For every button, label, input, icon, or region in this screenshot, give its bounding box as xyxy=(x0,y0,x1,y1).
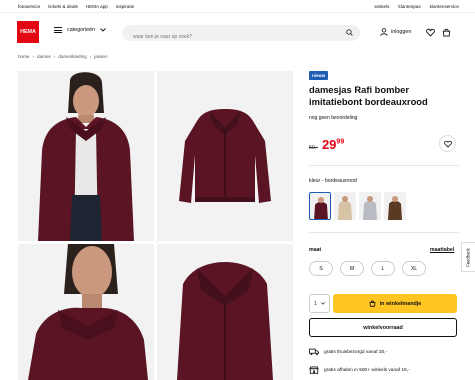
usp-delivery: gratis thuisbezorgd vanaf 30,- xyxy=(309,348,387,356)
heart-icon[interactable] xyxy=(426,28,435,37)
breadcrumb-home[interactable]: home xyxy=(18,54,30,59)
size-s[interactable]: S xyxy=(309,261,333,276)
new-badge: nieuw xyxy=(309,71,329,80)
product-title: damesjas Rafi bomber imitatiebont bordea… xyxy=(309,84,428,107)
breadcrumb: home › dames › dameskleding › jassen xyxy=(18,54,108,59)
topbar-link-winkels[interactable]: winkels xyxy=(374,4,389,9)
quantity-select[interactable]: 1 xyxy=(309,294,330,313)
chevron-down-icon xyxy=(100,28,106,32)
product-photo-model-front[interactable] xyxy=(18,71,154,241)
add-to-cart-label: in winkelmandje xyxy=(379,300,422,307)
topbar-link-fotoservice[interactable]: fotoservice xyxy=(18,4,40,9)
breadcrumb-jassen[interactable]: jassen xyxy=(94,54,107,59)
color-label: kleur - bordeauxrood xyxy=(309,178,357,184)
size-table-link[interactable]: maattabel xyxy=(430,247,454,253)
product-photo-jacket-flat[interactable] xyxy=(157,71,293,241)
swatch-bruin[interactable] xyxy=(384,192,406,220)
size-l[interactable]: L xyxy=(371,261,395,276)
chevron-down-icon xyxy=(320,302,325,305)
current-price: 2999 xyxy=(321,137,345,152)
topbar-link-klantenservice[interactable]: klantenservice xyxy=(430,4,459,9)
breadcrumb-dames[interactable]: dames xyxy=(37,54,51,59)
shopping-bag-icon[interactable] xyxy=(442,28,451,37)
search-bar xyxy=(122,25,360,45)
categories-label: categorieën xyxy=(67,27,96,33)
size-m[interactable]: M xyxy=(340,261,364,276)
feedback-tab[interactable]: Feedback xyxy=(461,242,475,272)
truck-icon xyxy=(309,348,319,356)
usp-pickup: gratis afhalen in 500+ winkels vanaf 15,… xyxy=(309,366,410,374)
menu-icon xyxy=(54,27,62,33)
topbar-link-inspiratie[interactable]: inspiratie xyxy=(116,4,134,9)
favorite-button[interactable] xyxy=(439,135,456,152)
search-input[interactable] xyxy=(122,29,322,45)
product-photo-detail[interactable] xyxy=(157,244,293,380)
size-label: maat xyxy=(309,247,322,253)
breadcrumb-dameskleding[interactable]: dameskleding xyxy=(58,54,86,59)
store-stock-button[interactable]: winkelvoorraad xyxy=(309,318,457,337)
shopping-bag-icon xyxy=(369,300,376,307)
top-bar: fotoservice tickets & deals HEMA app ins… xyxy=(0,0,475,12)
old-price: 50,- xyxy=(309,145,318,151)
add-to-cart-button[interactable]: in winkelmandje xyxy=(333,294,457,313)
login-label: inloggen xyxy=(391,29,412,35)
user-icon xyxy=(380,28,388,36)
topbar-link-tickets[interactable]: tickets & deals xyxy=(48,4,78,9)
product-photo-model-side[interactable] xyxy=(18,244,154,380)
store-icon xyxy=(309,366,319,374)
search-icon[interactable] xyxy=(346,29,353,36)
quantity-value: 1 xyxy=(314,300,317,307)
usp-pickup-text: gratis afhalen in 500+ winkels vanaf 15,… xyxy=(324,367,410,373)
swatch-grijs[interactable] xyxy=(359,192,381,220)
size-xl[interactable]: XL xyxy=(402,261,426,276)
swatch-beige[interactable] xyxy=(334,192,356,220)
categories-button[interactable]: categorieën xyxy=(54,27,106,33)
rating-text[interactable]: nog geen beoordeling xyxy=(309,115,357,121)
topbar-link-app[interactable]: HEMA app xyxy=(86,4,108,9)
feedback-label: Feedback xyxy=(466,247,472,267)
header: HEMA categorieën inloggen xyxy=(0,12,475,50)
price-block: 50,- 2999 xyxy=(309,137,344,152)
swatch-bordeauxrood[interactable] xyxy=(309,192,331,220)
usp-delivery-text: gratis thuisbezorgd vanaf 30,- xyxy=(324,349,388,355)
divider xyxy=(309,232,459,233)
topbar-link-klantenpas[interactable]: klantenpas xyxy=(398,4,420,9)
divider xyxy=(309,165,459,166)
heart-icon xyxy=(443,140,452,148)
login-button[interactable]: inloggen xyxy=(380,28,411,36)
hema-logo[interactable]: HEMA xyxy=(17,21,39,43)
